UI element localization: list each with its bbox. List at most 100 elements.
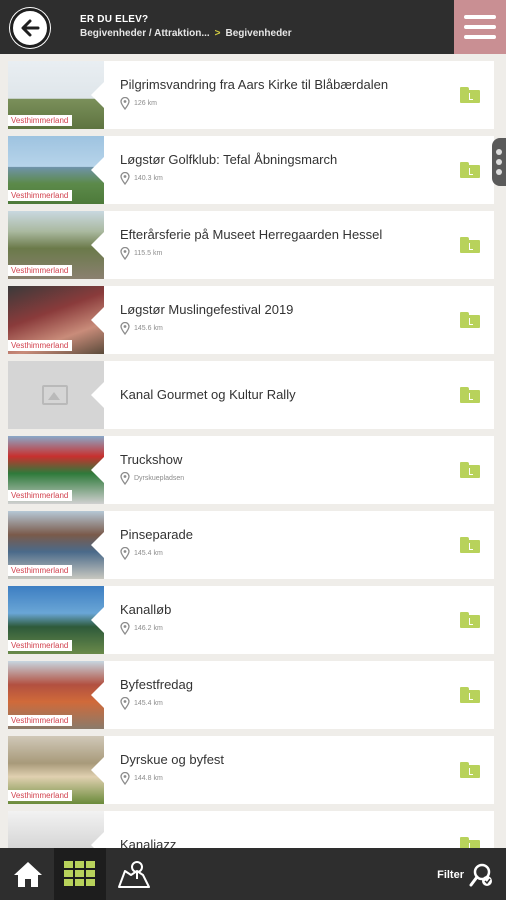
event-title: Pilgrimsvandring fra Aars Kirke til Blåb… bbox=[120, 77, 389, 92]
event-title: Løgstør Golfklub: Tefal Åbningsmarch bbox=[120, 152, 338, 167]
distance-text: 144.8 km bbox=[134, 775, 163, 782]
event-thumbnail: Vesthimmerland bbox=[8, 211, 104, 279]
list-item[interactable]: Kanaljazz bbox=[8, 811, 494, 848]
distance-text: 126 km bbox=[134, 100, 157, 107]
event-thumbnail: Vesthimmerland bbox=[8, 736, 104, 804]
breadcrumb-parent[interactable]: Begivenheder / Attraktion... bbox=[80, 28, 210, 39]
page-title: ER DU ELEV? bbox=[80, 14, 149, 25]
region-tag: Vesthimmerland bbox=[8, 490, 73, 501]
app-header: ER DU ELEV? Begivenheder / Attraktion...… bbox=[0, 0, 506, 54]
header-text: ER DU ELEV? Begivenheder / Attraktion...… bbox=[80, 14, 292, 39]
location-pin-icon bbox=[120, 622, 130, 635]
save-folder-icon[interactable] bbox=[460, 762, 480, 778]
region-tag: Vesthimmerland bbox=[8, 265, 73, 276]
save-folder-icon[interactable] bbox=[460, 387, 480, 403]
location-pin-icon bbox=[120, 472, 130, 485]
distance-text: 146.2 km bbox=[134, 625, 163, 632]
distance-text: Dyrskuepladsen bbox=[134, 475, 185, 482]
bottom-nav: Filter bbox=[0, 848, 506, 900]
home-button[interactable] bbox=[2, 848, 54, 900]
event-title: Løgstør Muslingefestival 2019 bbox=[120, 302, 294, 317]
event-title: Kanaljazz bbox=[120, 837, 177, 848]
region-tag: Vesthimmerland bbox=[8, 565, 73, 576]
list-item[interactable]: Vesthimmerland Løgstør Golfklub: Tefal Åb… bbox=[8, 136, 494, 204]
region-tag: Vesthimmerland bbox=[8, 790, 73, 801]
breadcrumb: Begivenheder / Attraktion... > Begivenhede… bbox=[80, 28, 292, 39]
filter-label: Filter bbox=[437, 869, 464, 881]
list-item[interactable]: Vesthimmerland Kanalløb 146.2 km bbox=[8, 586, 494, 654]
distance-text: 115.5 km bbox=[134, 250, 163, 257]
event-distance: 145.6 km bbox=[120, 322, 163, 335]
home-icon bbox=[14, 862, 42, 887]
grid-view-button[interactable] bbox=[54, 848, 106, 900]
map-button[interactable] bbox=[108, 848, 160, 900]
list-item[interactable]: Vesthimmerland Pilgrimsvandring fra Aars … bbox=[8, 61, 494, 129]
breadcrumb-separator: > bbox=[214, 28, 221, 39]
map-pin-icon bbox=[118, 861, 150, 888]
distance-text: 145.4 km bbox=[134, 700, 163, 707]
hamburger-icon bbox=[464, 15, 496, 19]
save-folder-icon[interactable] bbox=[460, 462, 480, 478]
event-distance: 140.3 km bbox=[120, 172, 163, 185]
list-item[interactable]: Vesthimmerland Løgstør Muslingefestival 2… bbox=[8, 286, 494, 354]
search-pin-icon bbox=[469, 863, 492, 887]
location-pin-icon bbox=[120, 97, 130, 110]
event-thumbnail: Vesthimmerland bbox=[8, 136, 104, 204]
back-button[interactable] bbox=[10, 8, 50, 48]
breadcrumb-current: Begivenheder bbox=[225, 28, 292, 39]
save-folder-icon[interactable] bbox=[460, 162, 480, 178]
event-thumbnail: Vesthimmerland bbox=[8, 436, 104, 504]
event-distance: 115.5 km bbox=[120, 247, 162, 260]
grid-icon bbox=[64, 861, 95, 886]
list-item[interactable]: Vesthimmerland Truckshow Dyrskuepladsen bbox=[8, 436, 494, 504]
event-thumbnail: Vesthimmerland bbox=[8, 511, 104, 579]
location-pin-icon bbox=[120, 172, 130, 185]
event-title: Kanalløb bbox=[120, 602, 172, 617]
save-folder-icon[interactable] bbox=[460, 837, 480, 848]
event-title: Truckshow bbox=[120, 452, 183, 467]
event-thumbnail: Vesthimmerland bbox=[8, 61, 104, 129]
list-item[interactable]: Vesthimmerland Efterårsferie på Museet He… bbox=[8, 211, 494, 279]
event-distance: 126 km bbox=[120, 97, 157, 110]
location-pin-icon bbox=[120, 547, 130, 560]
save-folder-icon[interactable] bbox=[460, 537, 480, 553]
distance-text: 145.6 km bbox=[134, 325, 163, 332]
location-pin-icon bbox=[120, 322, 130, 335]
event-title: Dyrskue og byfest bbox=[120, 752, 225, 767]
save-folder-icon[interactable] bbox=[460, 87, 480, 103]
event-title: Kanal Gourmet og Kultur Rally bbox=[120, 387, 296, 402]
event-thumbnail: Vesthimmerland bbox=[8, 586, 104, 654]
list-item[interactable]: Kanal Gourmet og Kultur Rally bbox=[8, 361, 494, 429]
region-tag: Vesthimmerland bbox=[8, 715, 73, 726]
location-pin-icon bbox=[120, 772, 130, 785]
event-thumbnail: Vesthimmerland bbox=[8, 661, 104, 729]
image-placeholder bbox=[8, 361, 104, 429]
distance-text: 140.3 km bbox=[134, 175, 163, 182]
event-thumbnail: Vesthimmerland bbox=[8, 286, 104, 354]
region-tag: Vesthimmerland bbox=[8, 115, 73, 126]
location-pin-icon bbox=[120, 697, 130, 710]
list-item[interactable]: Vesthimmerland Pinseparade 145.4 km bbox=[8, 511, 494, 579]
image-icon bbox=[42, 385, 68, 405]
menu-button[interactable] bbox=[454, 0, 506, 54]
event-distance: 144.8 km bbox=[120, 772, 163, 785]
side-panel-handle[interactable] bbox=[492, 138, 506, 186]
list-item[interactable]: Vesthimmerland Byfestfredag 145.4 km bbox=[8, 661, 494, 729]
save-folder-icon[interactable] bbox=[460, 687, 480, 703]
event-list[interactable]: Vesthimmerland Pilgrimsvandring fra Aars … bbox=[0, 54, 506, 848]
region-tag: Vesthimmerland bbox=[8, 640, 73, 651]
save-folder-icon[interactable] bbox=[460, 612, 480, 628]
event-distance: Dyrskuepladsen bbox=[120, 472, 184, 485]
event-title: Byfestfredag bbox=[120, 677, 193, 692]
list-item[interactable]: Vesthimmerland Dyrskue og byfest 144.8 km bbox=[8, 736, 494, 804]
save-folder-icon[interactable] bbox=[460, 237, 480, 253]
filter-button[interactable]: Filter bbox=[437, 862, 494, 888]
location-pin-icon bbox=[120, 247, 130, 260]
event-distance: 145.4 km bbox=[120, 697, 163, 710]
event-distance: 146.2 km bbox=[120, 622, 163, 635]
event-distance: 145.4 km bbox=[120, 547, 163, 560]
region-tag: Vesthimmerland bbox=[8, 190, 73, 201]
save-folder-icon[interactable] bbox=[460, 312, 480, 328]
arrow-left-icon bbox=[21, 19, 40, 37]
distance-text: 145.4 km bbox=[134, 550, 163, 557]
